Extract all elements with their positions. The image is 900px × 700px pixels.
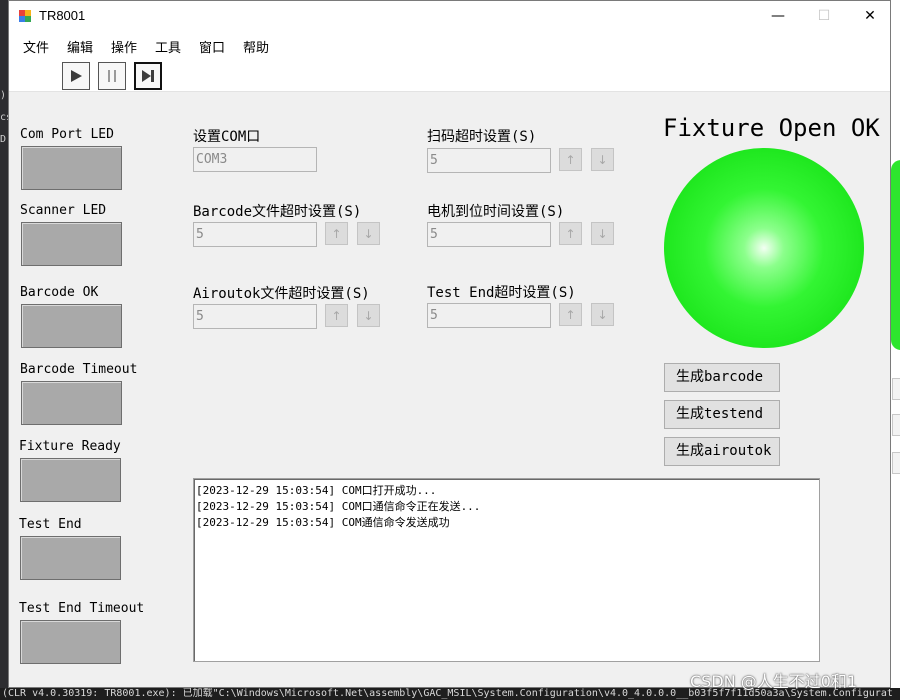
background-tab: [892, 414, 900, 436]
test-end-timeout-up[interactable]: ↑: [559, 303, 582, 326]
barcode-file-timeout-up[interactable]: ↑: [325, 222, 348, 245]
generate-airoutok-button[interactable]: 生成airoutok: [664, 437, 780, 466]
led-label-barcode-ok: Barcode OK: [20, 285, 99, 300]
scan-timeout-down[interactable]: ↓: [591, 148, 614, 171]
barcode-file-timeout-input[interactable]: 5: [193, 222, 317, 247]
menu-window[interactable]: 窗口: [199, 37, 225, 56]
maximize-button[interactable]: ☐: [801, 1, 847, 31]
menu-bar: 文件 编辑 操作 工具 窗口 帮助: [9, 31, 890, 58]
play-icon: [71, 70, 82, 82]
minimize-button[interactable]: —: [755, 1, 801, 31]
menu-help[interactable]: 帮助: [243, 37, 269, 56]
menu-file[interactable]: 文件: [23, 37, 49, 56]
log-line: [2023-12-29 15:03:54] COM口通信命令正在发送...: [196, 500, 481, 513]
motor-time-up[interactable]: ↑: [559, 222, 582, 245]
fixture-status-title: Fixture Open OK: [663, 114, 880, 142]
airoutok-file-timeout-up[interactable]: ↑: [325, 304, 348, 327]
pause-icon: [108, 70, 116, 82]
test-end-timeout-down[interactable]: ↓: [591, 303, 614, 326]
fixture-status-indicator: [664, 148, 864, 348]
airoutok-file-timeout-label: Airoutok文件超时设置(S): [193, 286, 370, 302]
close-button[interactable]: ✕: [847, 1, 893, 31]
background-tab: [892, 378, 900, 400]
led-scanner: [21, 222, 122, 266]
airoutok-file-timeout-down[interactable]: ↓: [357, 304, 380, 327]
app-icon: [19, 10, 31, 22]
ide-snippet: D: [0, 134, 7, 145]
log-line: [2023-12-29 15:03:54] COM口打开成功...: [196, 484, 437, 497]
log-line: [2023-12-29 15:03:54] COM通信命令发送成功: [196, 516, 450, 529]
led-barcode-timeout: [21, 381, 122, 425]
led-label-test-end-timeout: Test End Timeout: [19, 601, 145, 616]
com-port-input[interactable]: COM3: [193, 147, 317, 172]
led-label-test-end: Test End: [19, 517, 82, 532]
scan-timeout-up[interactable]: ↑: [559, 148, 582, 171]
generate-barcode-button[interactable]: 生成barcode: [664, 363, 780, 392]
barcode-file-timeout-label: Barcode文件超时设置(S): [193, 204, 362, 220]
led-test-end: [20, 536, 121, 580]
airoutok-file-timeout-input[interactable]: 5: [193, 304, 317, 329]
barcode-file-timeout-down[interactable]: ↓: [357, 222, 380, 245]
step-forward-button[interactable]: [134, 62, 162, 90]
menu-operate[interactable]: 操作: [111, 37, 137, 56]
led-fixture-ready: [20, 458, 121, 502]
step-forward-icon: [142, 70, 154, 82]
test-end-timeout-label: Test End超时设置(S): [427, 285, 576, 301]
toolbar: [9, 58, 890, 92]
motor-time-down[interactable]: ↓: [591, 222, 614, 245]
menu-tools[interactable]: 工具: [155, 37, 181, 56]
title-bar: TR8001 — ☐ ✕: [9, 1, 890, 31]
scan-timeout-label: 扫码超时设置(S): [427, 129, 537, 145]
test-end-timeout-input[interactable]: 5: [427, 303, 551, 328]
led-label-fixture-ready: Fixture Ready: [19, 439, 121, 454]
watermark: CSDN @人生不过0和1: [690, 672, 858, 691]
background-green-shape: [891, 160, 900, 350]
led-label-scanner: Scanner LED: [20, 203, 107, 218]
app-window: TR8001 — ☐ ✕ 文件 编辑 操作 工具 窗口 帮助 Com Port …: [8, 0, 891, 688]
led-test-end-timeout: [20, 620, 121, 664]
background-ide-right: [890, 0, 900, 690]
window-title: TR8001: [39, 8, 86, 23]
led-label-barcode-timeout: Barcode Timeout: [20, 362, 138, 377]
led-label-com-port: Com Port LED: [20, 127, 114, 142]
pause-button[interactable]: [98, 62, 126, 90]
generate-testend-button[interactable]: 生成testend: [664, 400, 780, 429]
com-port-label: 设置COM口: [193, 129, 261, 145]
led-barcode-ok: [21, 304, 122, 348]
log-textbox[interactable]: [2023-12-29 15:03:54] COM口打开成功... [2023-…: [193, 478, 820, 662]
menu-edit[interactable]: 编辑: [67, 37, 93, 56]
led-com-port: [21, 146, 122, 190]
ide-snippet: ): [0, 90, 7, 101]
play-button[interactable]: [62, 62, 90, 90]
scan-timeout-input[interactable]: 5: [427, 148, 551, 173]
motor-time-input[interactable]: 5: [427, 222, 551, 247]
background-tab: [892, 452, 900, 474]
motor-time-label: 电机到位时间设置(S): [427, 204, 565, 220]
